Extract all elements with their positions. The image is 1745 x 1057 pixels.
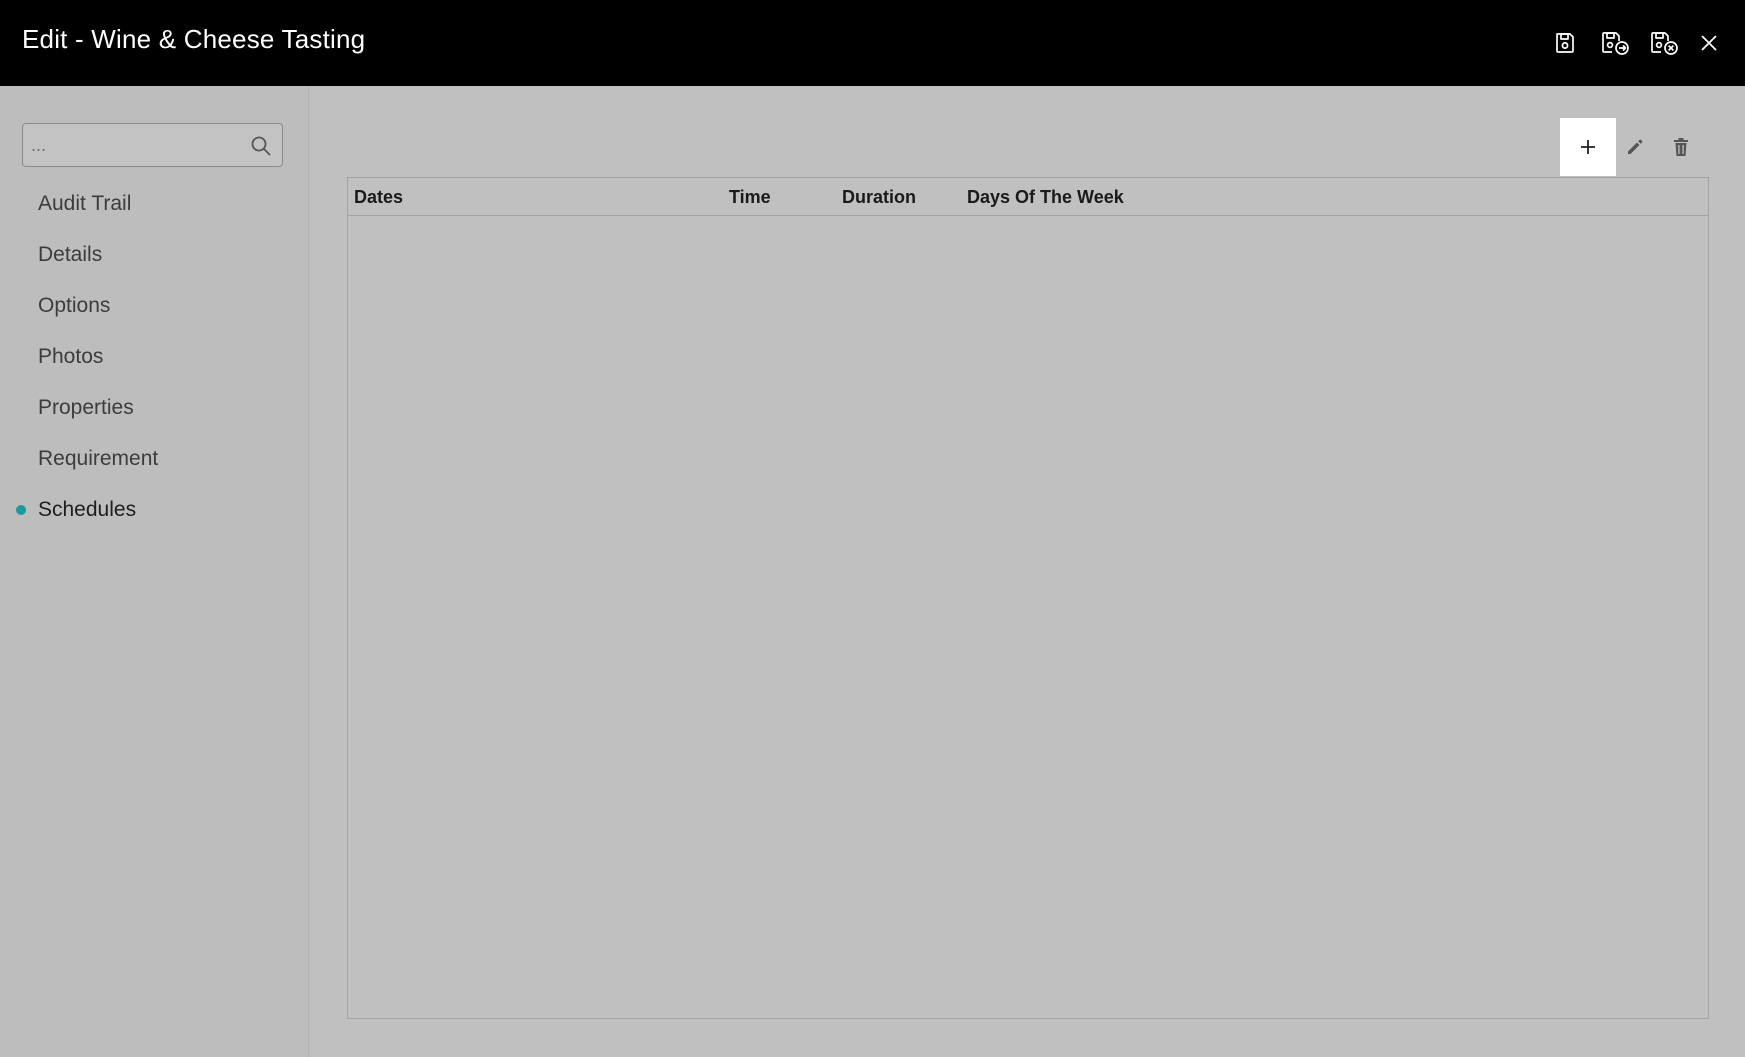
sidebar-item-label: Schedules bbox=[38, 498, 137, 521]
close-button[interactable] bbox=[1694, 28, 1724, 58]
window-title: Edit - Wine & Cheese Tasting bbox=[22, 24, 366, 54]
sidebar-item-options[interactable]: Options bbox=[0, 285, 309, 327]
sidebar-item-label: Details bbox=[38, 243, 103, 266]
sidebar-item-label: Requirement bbox=[38, 447, 159, 470]
table-header: Dates Time Duration Days Of The Week bbox=[348, 178, 1708, 216]
sidebar-item-details[interactable]: Details bbox=[0, 234, 309, 276]
search-icon[interactable] bbox=[250, 135, 272, 157]
save-and-close-icon bbox=[1651, 32, 1678, 55]
delete-icon bbox=[1674, 138, 1688, 156]
active-indicator-dot bbox=[16, 505, 26, 515]
sidebar-item-photos[interactable]: Photos bbox=[0, 336, 309, 378]
column-header-dates[interactable]: Dates bbox=[354, 187, 403, 208]
main-content: Dates Time Duration Days Of The Week bbox=[310, 86, 1745, 1057]
save-and-open-button[interactable] bbox=[1600, 28, 1630, 58]
sidebar-item-properties[interactable]: Properties bbox=[0, 387, 309, 429]
schedules-table[interactable]: Dates Time Duration Days Of The Week bbox=[347, 177, 1709, 1019]
column-header-time[interactable]: Time bbox=[729, 187, 771, 208]
sidebar-item-schedules[interactable]: Schedules bbox=[0, 489, 309, 531]
column-header-duration[interactable]: Duration bbox=[842, 187, 916, 208]
sidebar-item-label: Audit Trail bbox=[38, 192, 132, 215]
sidebar: Audit Trail Details Options Photos Prope… bbox=[0, 86, 309, 1057]
sidebar-item-label: Properties bbox=[38, 396, 134, 419]
column-header-days-of-week[interactable]: Days Of The Week bbox=[967, 187, 1124, 208]
sidebar-item-audit-trail[interactable]: Audit Trail bbox=[0, 183, 309, 225]
edit-icon bbox=[1628, 139, 1643, 154]
search-box bbox=[22, 123, 283, 167]
save-button[interactable] bbox=[1550, 28, 1580, 58]
save-and-open-icon bbox=[1602, 32, 1629, 55]
title-bar: Edit - Wine & Cheese Tasting bbox=[0, 0, 1745, 86]
sidebar-item-label: Photos bbox=[38, 345, 104, 368]
sidebar-item-requirement[interactable]: Requirement bbox=[0, 438, 309, 480]
delete-button[interactable] bbox=[1653, 118, 1709, 176]
save-and-close-button[interactable] bbox=[1649, 28, 1679, 58]
sidebar-item-label: Options bbox=[38, 294, 111, 317]
search-input[interactable] bbox=[31, 132, 241, 158]
add-icon bbox=[1581, 140, 1595, 154]
close-icon bbox=[1701, 35, 1717, 51]
save-icon bbox=[1556, 33, 1574, 53]
